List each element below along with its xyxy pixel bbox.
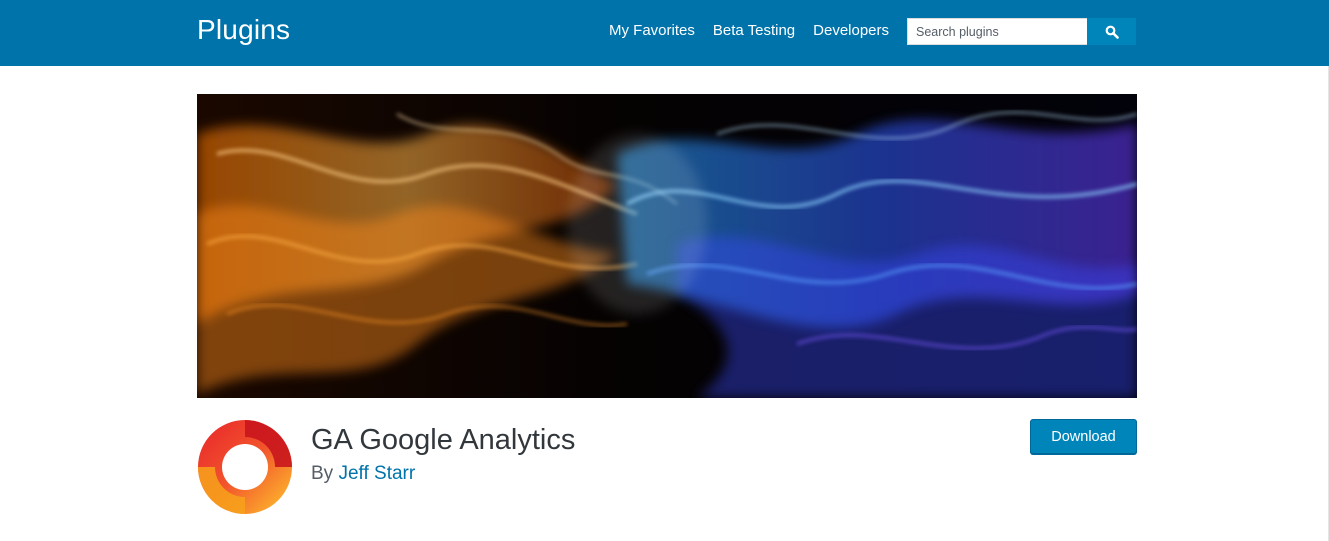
plugin-logo [198,420,292,514]
banner-image [197,94,1137,398]
search-icon [1105,25,1119,39]
header-bar: Plugins My Favorites Beta Testing Develo… [0,0,1329,66]
search-button[interactable] [1087,18,1136,45]
site-title[interactable]: Plugins [197,14,290,46]
nav-beta-testing[interactable]: Beta Testing [713,22,795,40]
search-input[interactable] [907,18,1087,45]
author-link[interactable]: Jeff Starr [338,463,415,484]
search-form [907,18,1136,45]
download-button[interactable]: Download [1030,419,1137,454]
plugin-byline: By Jeff Starr [311,463,415,485]
plugin-banner [197,94,1137,398]
main-nav: My Favorites Beta Testing Developers [609,22,889,40]
nav-my-favorites[interactable]: My Favorites [609,22,695,40]
nav-developers[interactable]: Developers [813,22,889,40]
plugin-title: GA Google Analytics [311,424,576,456]
byline-prefix: By [311,463,334,484]
